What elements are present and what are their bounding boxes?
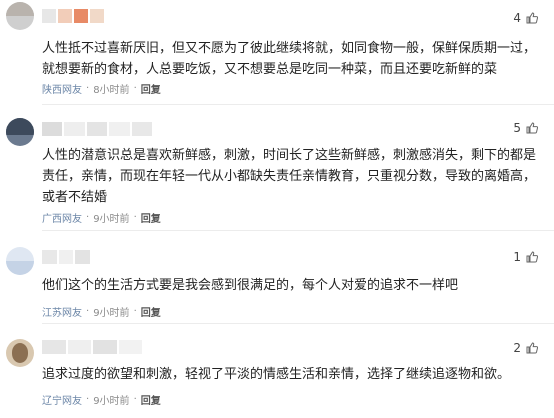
comment-text: 追求过度的欲望和刺激，轻视了平淡的情感生活和亲情，选择了继续追逐物和欲。 [42, 367, 511, 382]
comment-source: 辽宁网友 [42, 396, 82, 407]
comment-item: 1 他们这个的生活方式要是我会感到很满足的，每个人对爱的追求不一样吧 江苏网友 … [0, 235, 554, 328]
divider [42, 104, 554, 105]
avatar[interactable] [6, 2, 34, 30]
comment-meta: 辽宁网友 · 9小时前 · 回复 [42, 392, 161, 407]
comment-source: 江苏网友 [42, 308, 82, 319]
meta-separator: · [133, 306, 137, 317]
comment-item: 5 人性的潜意识总是喜欢新鲜感，刺激，时间长了这些新鲜感，刺激感消失，剩下的都是… [0, 110, 554, 235]
comment-meta: 江苏网友 · 9小时前 · 回复 [42, 304, 161, 319]
comment-source: 陕西网友 [42, 85, 82, 96]
meta-separator: · [86, 306, 90, 317]
comment-meta: 陕西网友 · 8小时前 · 回复 [42, 81, 161, 96]
meta-separator: · [86, 83, 90, 94]
meta-separator: · [86, 212, 90, 223]
like-button[interactable]: 5 [513, 121, 538, 135]
reply-button[interactable]: 回复 [141, 392, 161, 407]
comment-time: 9小时前 [93, 308, 130, 319]
thumbs-up-icon [526, 12, 538, 24]
reply-button[interactable]: 回复 [141, 210, 161, 225]
meta-separator: · [86, 394, 90, 405]
thumbs-up-icon [526, 251, 538, 263]
like-button[interactable]: 1 [513, 250, 538, 264]
divider [42, 323, 554, 324]
like-button[interactable]: 4 [513, 11, 538, 25]
reply-button[interactable]: 回复 [141, 304, 161, 319]
avatar[interactable] [6, 247, 34, 275]
comment-source: 广西网友 [42, 214, 82, 225]
like-button[interactable]: 2 [513, 341, 538, 355]
like-count: 5 [513, 121, 521, 135]
thumbs-up-icon [526, 342, 538, 354]
comment-item: 2 追求过度的欲望和刺激，轻视了平淡的情感生活和亲情，选择了继续追逐物和欲。 辽… [0, 328, 554, 418]
username-blurred[interactable] [42, 9, 104, 23]
reply-button[interactable]: 回复 [141, 81, 161, 96]
like-count: 4 [513, 11, 521, 25]
comment-time: 8小时前 [93, 85, 130, 96]
avatar[interactable] [6, 339, 34, 367]
avatar[interactable] [6, 118, 34, 146]
username-blurred[interactable] [42, 340, 142, 354]
username-blurred[interactable] [42, 250, 91, 264]
like-count: 1 [513, 250, 521, 264]
meta-separator: · [133, 394, 137, 405]
divider [42, 230, 554, 231]
comment-text: 人性抵不过喜新厌旧，但又不愿为了彼此继续将就，如同食物一般，保鲜保质期一过，就想… [42, 41, 537, 77]
comment-time: 9小时前 [93, 396, 130, 407]
meta-separator: · [133, 212, 137, 223]
comment-meta: 广西网友 · 9小时前 · 回复 [42, 210, 161, 225]
like-count: 2 [513, 341, 521, 355]
comment-item: 4 人性抵不过喜新厌旧，但又不愿为了彼此继续将就，如同食物一般，保鲜保质期一过，… [0, 0, 554, 110]
thumbs-up-icon [526, 122, 538, 134]
comment-text: 他们这个的生活方式要是我会感到很满足的，每个人对爱的追求不一样吧 [42, 278, 459, 293]
meta-separator: · [133, 83, 137, 94]
username-blurred[interactable] [42, 122, 153, 136]
comment-text: 人性的潜意识总是喜欢新鲜感，刺激，时间长了这些新鲜感，刺激感消失，剩下的都是责任… [42, 148, 537, 205]
comment-time: 9小时前 [93, 214, 130, 225]
